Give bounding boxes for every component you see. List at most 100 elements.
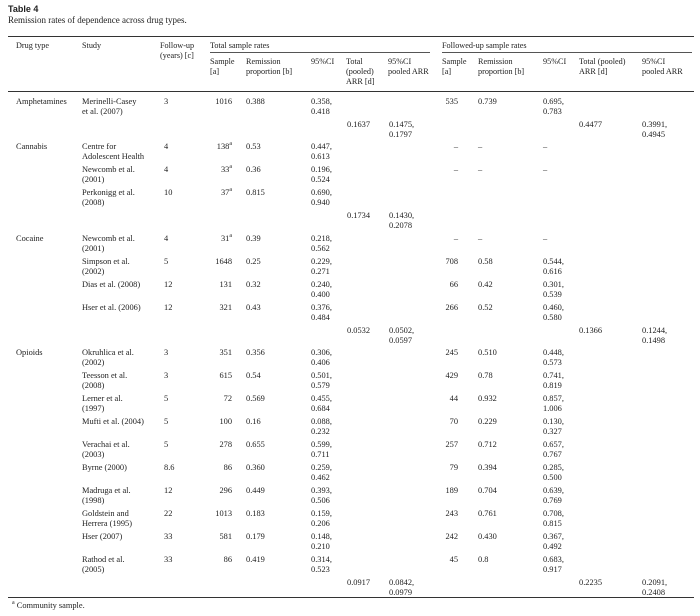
- header-study: Study: [82, 41, 102, 50]
- sample-cell: 1016: [200, 97, 232, 107]
- followed-ci-cell: –: [543, 234, 548, 243]
- remission-cell: 0.569: [246, 394, 265, 403]
- header-ci-pooled-followed: 95%CI pooled ARR: [642, 57, 683, 76]
- ci-cell: 0.358, 0.418: [311, 97, 332, 117]
- study-cell: Goldstein and Herrera (1995): [82, 509, 132, 529]
- followed-sample-cell: 45: [449, 555, 458, 564]
- study-cell: Madruga et al. (1998): [82, 486, 131, 506]
- follow-up-cell: 4: [164, 142, 169, 151]
- remission-cell: 0.356: [246, 348, 265, 357]
- footnote: a Community sample.: [12, 600, 85, 610]
- header-follow-up: Follow-up (years) [c]: [160, 41, 195, 60]
- study-cell: Hser et al. (2006): [82, 303, 141, 312]
- followed-remission-cell: 0.704: [478, 486, 497, 495]
- followed-sample-cell: 266: [445, 303, 458, 312]
- remission-cell: 0.655: [246, 440, 265, 449]
- remission-cell: 0.449: [246, 486, 265, 495]
- followed-pooled-arr-cell: 0.2235: [579, 578, 603, 587]
- study-cell: Hser (2007): [82, 532, 123, 541]
- followed-ci-cell: –: [543, 165, 548, 174]
- header-ci-pooled: 95%CI pooled ARR: [388, 57, 429, 76]
- header-drug-type: Drug type: [16, 41, 49, 50]
- community-sample-mark: a: [229, 233, 232, 240]
- pooled-arr-cell: 0.0917: [347, 578, 371, 587]
- ci-cell: 0.599, 0.711: [311, 440, 332, 460]
- followed-ci-cell: 0.448, 0.573: [543, 348, 564, 368]
- header-total-pooled-followed: Total (pooled) ARR [d]: [579, 57, 626, 76]
- follow-up-cell: 12: [164, 280, 173, 289]
- sample-value: 100: [219, 417, 232, 426]
- followed-remission-cell: 0.229: [478, 417, 497, 426]
- sample-cell: 86: [200, 463, 232, 473]
- followed-sample-cell: 66: [449, 280, 458, 289]
- ci-cell: 0.159, 0.206: [311, 509, 332, 529]
- follow-up-cell: 5: [164, 440, 169, 449]
- header-remission: Remission proportion [b]: [246, 57, 293, 76]
- followed-ci-cell: 0.657, 0.767: [543, 440, 564, 460]
- study-cell: Merinelli-Casey et al. (2007): [82, 97, 137, 117]
- remission-cell: 0.388: [246, 97, 265, 106]
- sample-value: 321: [219, 303, 232, 312]
- study-cell: Perkonigg et al. (2008): [82, 188, 135, 208]
- followed-remission-cell: 0.510: [478, 348, 497, 357]
- sample-cell: 131: [200, 280, 232, 290]
- study-cell: Byrne (2000): [82, 463, 127, 472]
- followed-remission-cell: 0.430: [478, 532, 497, 541]
- followed-sample-cell: 242: [445, 532, 458, 541]
- sample-cell: 86: [200, 555, 232, 565]
- ci-cell: 0.690, 0.940: [311, 188, 332, 208]
- follow-up-cell: 12: [164, 303, 173, 312]
- follow-up-cell: 33: [164, 532, 173, 541]
- pooled-arr-cell: 0.0532: [347, 326, 371, 335]
- followed-ci-cell: 0.301, 0.539: [543, 280, 564, 300]
- header-rule: [8, 91, 694, 92]
- sample-cell: 138a: [200, 141, 232, 152]
- header-total-pooled: Total (pooled) ARR [d]: [346, 57, 375, 86]
- sample-value: 131: [219, 280, 232, 289]
- study-cell: Dias et al. (2008): [82, 280, 141, 289]
- ci-cell: 0.148, 0.210: [311, 532, 332, 552]
- followed-sample-cell: 243: [445, 509, 458, 518]
- sample-value: 581: [219, 532, 232, 541]
- ci-cell: 0.393, 0.506: [311, 486, 332, 506]
- followed-remission-cell: 0.712: [478, 440, 497, 449]
- header-total-sample-rates: Total sample rates: [210, 41, 270, 50]
- study-cell: Newcomb et al. (2001): [82, 234, 135, 254]
- follow-up-cell: 10: [164, 188, 173, 197]
- pooled-arr-cell: 0.1637: [347, 120, 371, 129]
- followed-remission-cell: 0.394: [478, 463, 497, 472]
- sample-value: 1013: [215, 509, 232, 518]
- followed-remission-cell: 0.739: [478, 97, 497, 106]
- followed-remission-cell: 0.8: [478, 555, 489, 564]
- followed-pooled-arr-cell: 0.4477: [579, 120, 603, 129]
- drug-type-cell: Amphetamines: [16, 97, 67, 106]
- remission-cell: 0.419: [246, 555, 265, 564]
- sample-cell: 37a: [200, 187, 232, 198]
- followed-sample-cell: –: [453, 165, 458, 174]
- ci-cell: 0.259, 0.462: [311, 463, 332, 483]
- followed-pooled-ci-cell: 0.3991, 0.4945: [642, 120, 668, 140]
- followed-ci-cell: 0.544, 0.616: [543, 257, 564, 277]
- follow-up-cell: 33: [164, 555, 173, 564]
- sample-value: 615: [219, 371, 232, 380]
- follow-up-cell: 5: [164, 257, 169, 266]
- study-cell: Newcomb et al. (2001): [82, 165, 135, 185]
- remission-cell: 0.179: [246, 532, 265, 541]
- ci-cell: 0.501, 0.579: [311, 371, 332, 391]
- followed-remission-cell: 0.58: [478, 257, 493, 266]
- follow-up-cell: 3: [164, 348, 169, 357]
- followed-sample-cell: 708: [445, 257, 458, 266]
- remission-cell: 0.360: [246, 463, 265, 472]
- remission-cell: 0.16: [246, 417, 261, 426]
- group-rule-total: [210, 52, 430, 53]
- followed-ci-cell: 0.708, 0.815: [543, 509, 564, 529]
- followed-ci-cell: 0.683, 0.917: [543, 555, 564, 575]
- ci-cell: 0.455, 0.684: [311, 394, 332, 414]
- header-ci-followed: 95%CI: [543, 57, 567, 66]
- follow-up-cell: 3: [164, 97, 169, 106]
- sample-cell: 581: [200, 532, 232, 542]
- study-cell: Lerner et al. (1997): [82, 394, 123, 414]
- follow-up-cell: 22: [164, 509, 173, 518]
- follow-up-cell: 3: [164, 371, 169, 380]
- remission-cell: 0.32: [246, 280, 261, 289]
